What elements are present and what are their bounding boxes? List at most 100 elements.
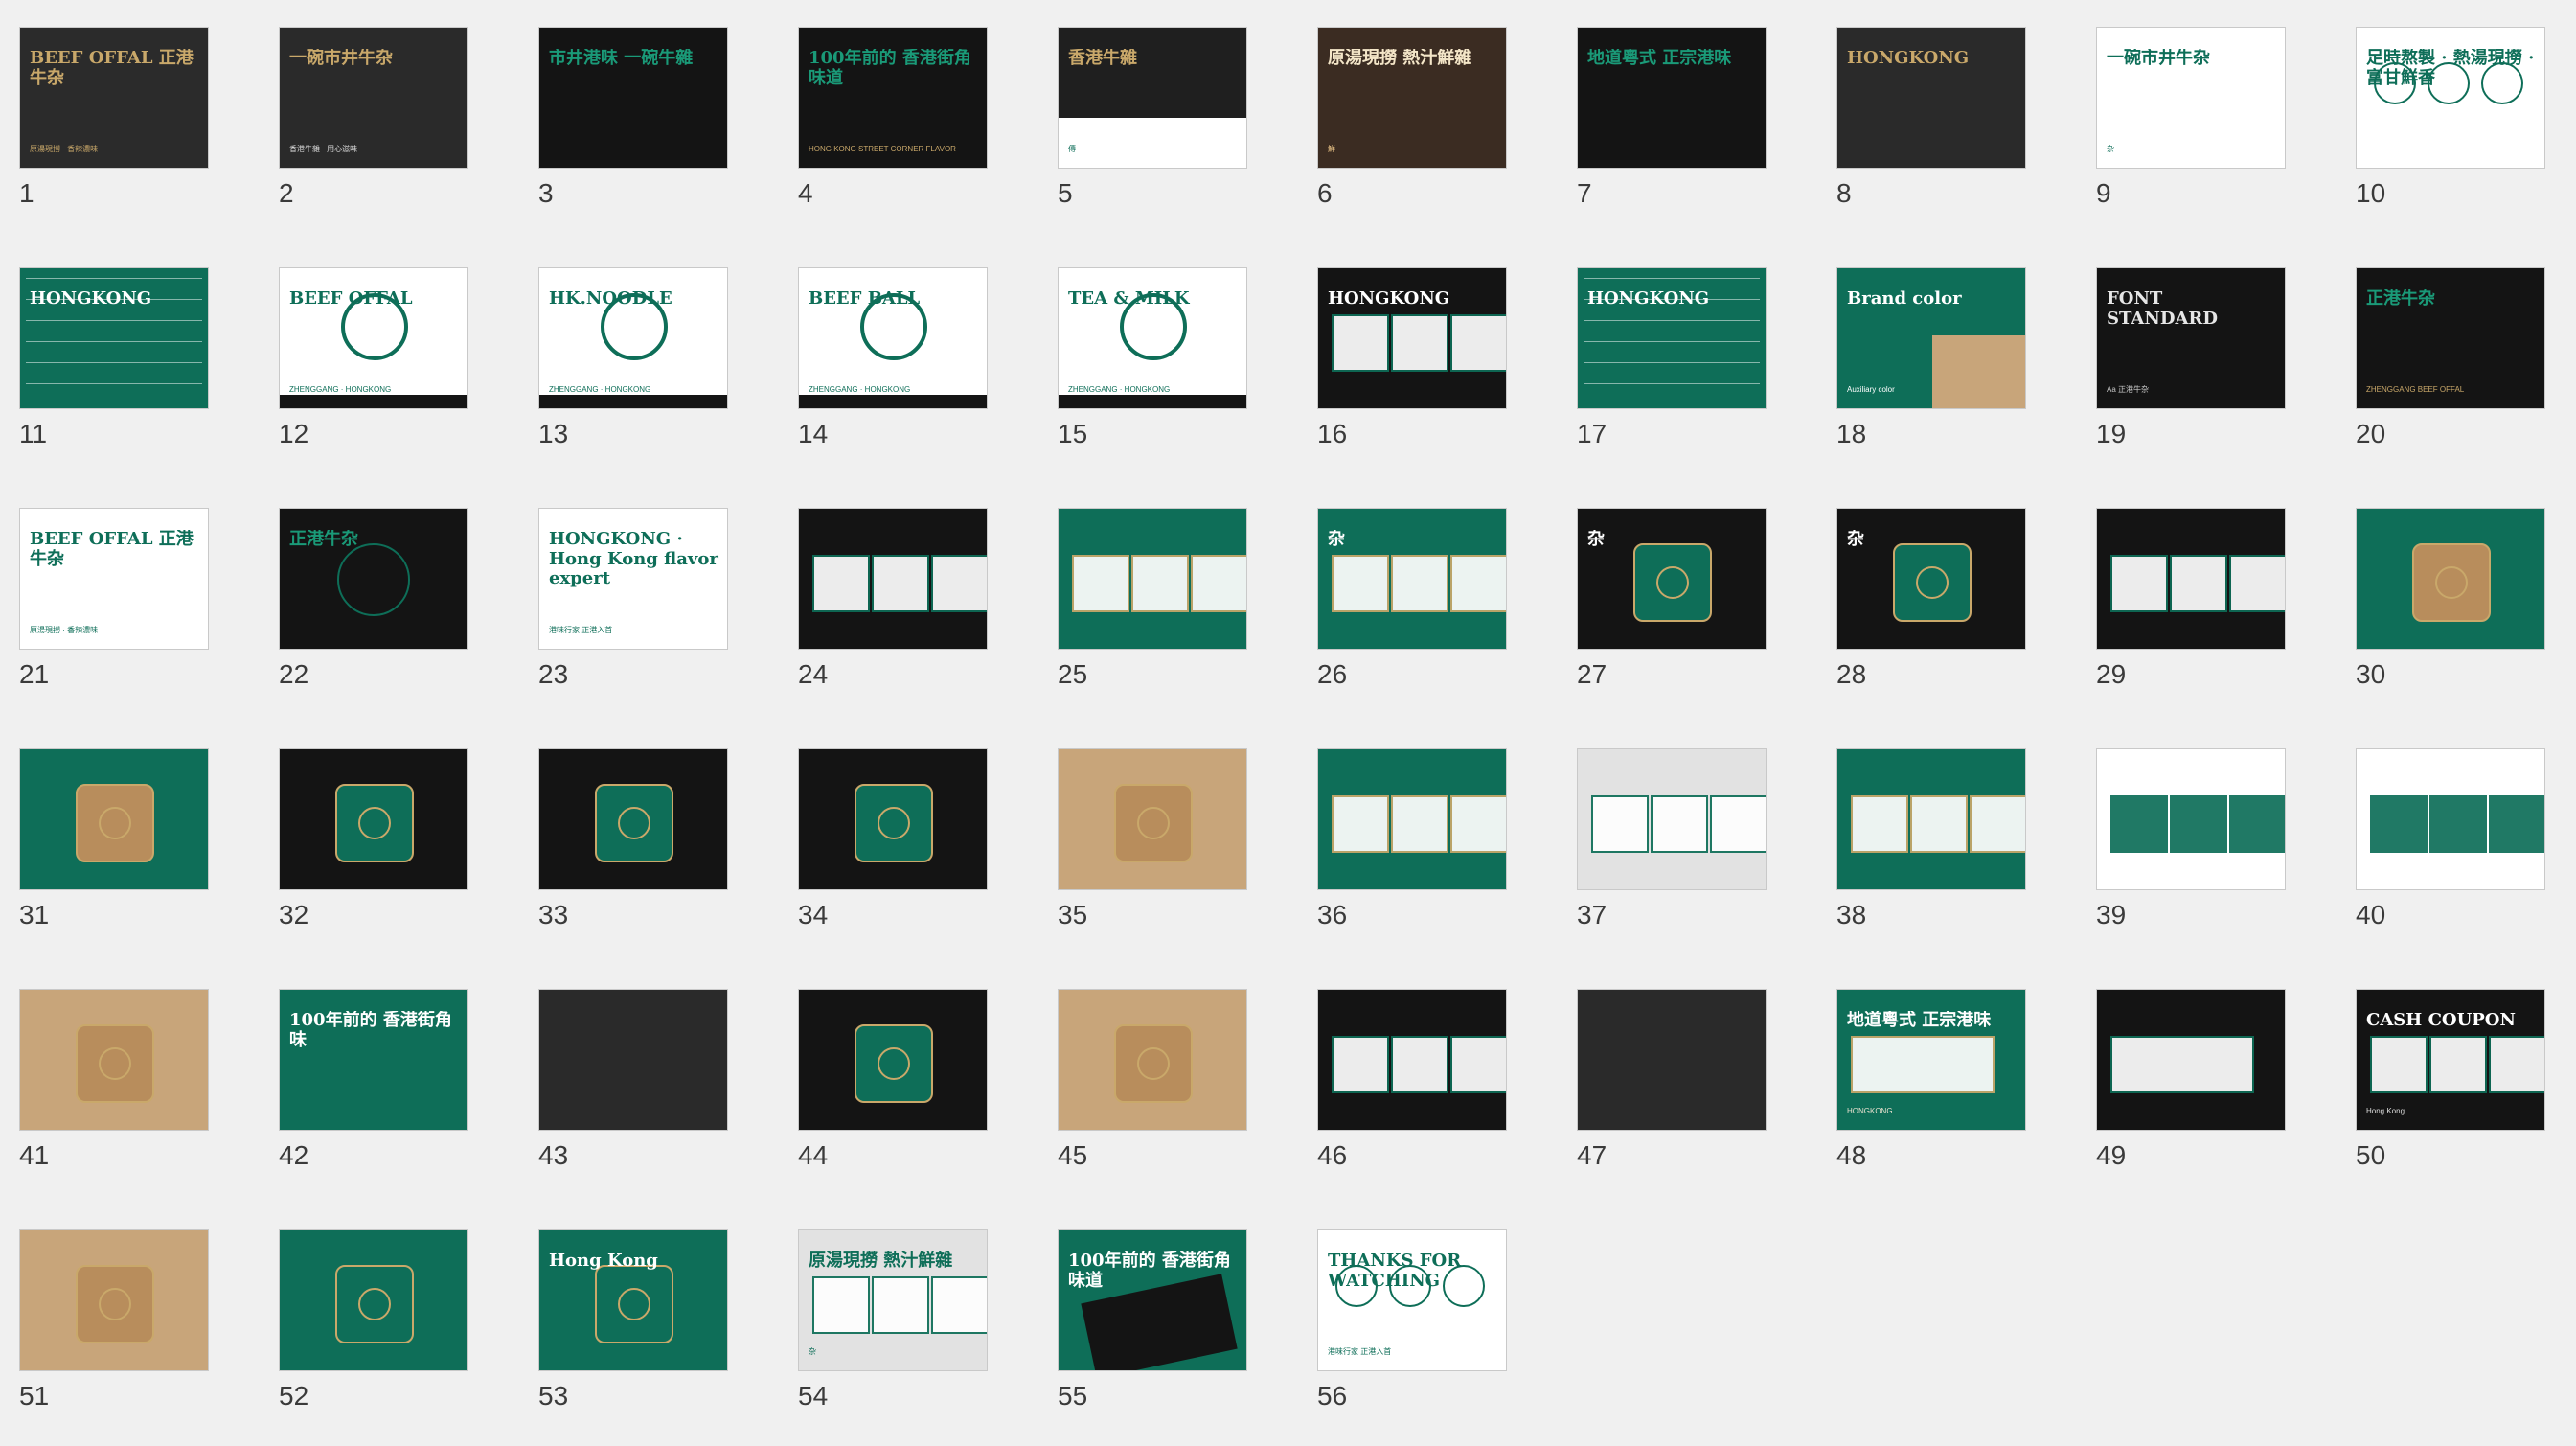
slide-preview[interactable]: 市井港味 一碗牛雜 bbox=[538, 27, 728, 169]
slide-preview[interactable]: 杂 bbox=[1577, 508, 1767, 650]
slide-preview[interactable] bbox=[1058, 508, 1247, 650]
slide-preview[interactable]: BEEF BALL ZHENGGANG · HONGKONG bbox=[798, 267, 988, 409]
slide-thumbnail-19[interactable]: FONT STANDARD Aa 正港牛杂 19 bbox=[2096, 267, 2326, 499]
slide-preview[interactable]: HONGKONG bbox=[1317, 267, 1507, 409]
slide-thumbnail-5[interactable]: 香港牛雜傳 5 bbox=[1058, 27, 1288, 259]
slide-preview[interactable]: 香港牛雜傳 bbox=[1058, 27, 1247, 169]
slide-preview[interactable]: HONGKONG bbox=[1836, 27, 2026, 169]
slide-preview[interactable]: BEEF OFFAL 正港牛杂 原湯現撈 · 香辣濃味 bbox=[19, 27, 209, 169]
slide-preview[interactable] bbox=[279, 1229, 468, 1371]
slide-preview[interactable] bbox=[1058, 989, 1247, 1131]
slide-preview[interactable]: 一碗市井牛杂杂 bbox=[2096, 27, 2286, 169]
slide-preview[interactable]: 杂 bbox=[1836, 508, 2026, 650]
slide-preview[interactable] bbox=[19, 748, 209, 890]
slide-preview[interactable] bbox=[279, 748, 468, 890]
slide-preview[interactable]: Hong Kong bbox=[538, 1229, 728, 1371]
slide-thumbnail-23[interactable]: HONGKONG · Hong Kong flavor expert 港味行家 正… bbox=[538, 508, 768, 740]
slide-thumbnail-48[interactable]: 地道粵式 正宗港味 HONGKONG 48 bbox=[1836, 989, 2066, 1221]
slide-thumbnail-4[interactable]: 100年前的 香港街角味道 HONG KONG STREET CORNER FLA… bbox=[798, 27, 1028, 259]
slide-preview[interactable] bbox=[2356, 748, 2545, 890]
slide-preview[interactable]: 原湯現撈 熱汁鮮雜鮮 bbox=[1317, 27, 1507, 169]
slide-preview[interactable] bbox=[1317, 989, 1507, 1131]
slide-preview[interactable] bbox=[1836, 748, 2026, 890]
slide-thumbnail-50[interactable]: CASH COUPON Hong Kong 50 bbox=[2356, 989, 2576, 1221]
slide-preview[interactable] bbox=[2096, 508, 2286, 650]
slide-thumbnail-14[interactable]: BEEF BALL ZHENGGANG · HONGKONG 14 bbox=[798, 267, 1028, 499]
slide-preview[interactable]: 杂 bbox=[1317, 508, 1507, 650]
slide-thumbnail-15[interactable]: TEA & MILK ZHENGGANG · HONGKONG 15 bbox=[1058, 267, 1288, 499]
slide-preview[interactable]: HK.NOODLE ZHENGGANG · HONGKONG bbox=[538, 267, 728, 409]
slide-preview[interactable] bbox=[2096, 748, 2286, 890]
slide-thumbnail-18[interactable]: Brand color Auxiliary color 18 bbox=[1836, 267, 2066, 499]
slide-thumbnail-21[interactable]: BEEF OFFAL 正港牛杂 原湯現撈 · 香辣濃味 21 bbox=[19, 508, 249, 740]
slide-thumbnail-16[interactable]: HONGKONG 16 bbox=[1317, 267, 1547, 499]
slide-preview[interactable]: HONGKONG bbox=[1577, 267, 1767, 409]
slide-preview[interactable] bbox=[798, 508, 988, 650]
slide-thumbnail-20[interactable]: 正港牛杂 ZHENGGANG BEEF OFFAL 20 bbox=[2356, 267, 2576, 499]
slide-thumbnail-38[interactable]: 38 bbox=[1836, 748, 2066, 980]
slide-preview[interactable]: 100年前的 香港街角味 bbox=[279, 989, 468, 1131]
slide-thumbnail-25[interactable]: 25 bbox=[1058, 508, 1288, 740]
slide-preview[interactable] bbox=[19, 1229, 209, 1371]
slide-thumbnail-49[interactable]: 49 bbox=[2096, 989, 2326, 1221]
slide-thumbnail-37[interactable]: 37 bbox=[1577, 748, 1807, 980]
slide-preview[interactable] bbox=[2096, 989, 2286, 1131]
slide-thumbnail-41[interactable]: 41 bbox=[19, 989, 249, 1221]
slide-preview[interactable]: 100年前的 香港街角味道 HONG KONG STREET CORNER FLA… bbox=[798, 27, 988, 169]
slide-preview[interactable] bbox=[2356, 508, 2545, 650]
slide-thumbnail-42[interactable]: 100年前的 香港街角味 42 bbox=[279, 989, 509, 1221]
slide-thumbnail-51[interactable]: 51 bbox=[19, 1229, 249, 1446]
slide-thumbnail-43[interactable]: 43 bbox=[538, 989, 768, 1221]
slide-thumbnail-6[interactable]: 原湯現撈 熱汁鮮雜鮮 6 bbox=[1317, 27, 1547, 259]
slide-thumbnail-31[interactable]: 31 bbox=[19, 748, 249, 980]
slide-thumbnail-30[interactable]: 30 bbox=[2356, 508, 2576, 740]
slide-preview[interactable] bbox=[1058, 748, 1247, 890]
slide-preview[interactable]: FONT STANDARD Aa 正港牛杂 bbox=[2096, 267, 2286, 409]
slide-thumbnail-12[interactable]: BEEF OFFAL ZHENGGANG · HONGKONG 12 bbox=[279, 267, 509, 499]
slide-preview[interactable]: 原湯現撈 熱汁鮮雜杂 bbox=[798, 1229, 988, 1371]
slide-thumbnail-9[interactable]: 一碗市井牛杂杂 9 bbox=[2096, 27, 2326, 259]
slide-preview[interactable] bbox=[19, 989, 209, 1131]
slide-preview[interactable]: 100年前的 香港街角味道 bbox=[1058, 1229, 1247, 1371]
slide-preview[interactable]: Brand color Auxiliary color bbox=[1836, 267, 2026, 409]
slide-thumbnail-40[interactable]: 40 bbox=[2356, 748, 2576, 980]
slide-preview[interactable]: 地道粵式 正宗港味 HONGKONG bbox=[1836, 989, 2026, 1131]
slide-thumbnail-10[interactable]: 足時熬製 · 熱湯現撈 · 富甘鮮香 10 bbox=[2356, 27, 2576, 259]
slide-thumbnail-44[interactable]: 44 bbox=[798, 989, 1028, 1221]
slide-thumbnail-34[interactable]: 34 bbox=[798, 748, 1028, 980]
slide-preview[interactable]: HONGKONG bbox=[19, 267, 209, 409]
slide-preview[interactable]: CASH COUPON Hong Kong bbox=[2356, 989, 2545, 1131]
slide-thumbnail-3[interactable]: 市井港味 一碗牛雜 3 bbox=[538, 27, 768, 259]
slide-preview[interactable] bbox=[1577, 989, 1767, 1131]
slide-thumbnail-39[interactable]: 39 bbox=[2096, 748, 2326, 980]
slide-preview[interactable] bbox=[1577, 748, 1767, 890]
slide-thumbnail-36[interactable]: 36 bbox=[1317, 748, 1547, 980]
slide-preview[interactable]: BEEF OFFAL ZHENGGANG · HONGKONG bbox=[279, 267, 468, 409]
slide-thumbnail-54[interactable]: 原湯現撈 熱汁鮮雜杂 54 bbox=[798, 1229, 1028, 1446]
slide-preview[interactable]: THANKS FOR WATCHING 港味行家 正港入首 bbox=[1317, 1229, 1507, 1371]
slide-thumbnail-47[interactable]: 47 bbox=[1577, 989, 1807, 1221]
slide-preview[interactable]: TEA & MILK ZHENGGANG · HONGKONG bbox=[1058, 267, 1247, 409]
slide-thumbnail-46[interactable]: 46 bbox=[1317, 989, 1547, 1221]
slide-thumbnail-33[interactable]: 33 bbox=[538, 748, 768, 980]
slide-thumbnail-8[interactable]: HONGKONG 8 bbox=[1836, 27, 2066, 259]
slide-preview[interactable]: 地道粵式 正宗港味 bbox=[1577, 27, 1767, 169]
slide-thumbnail-55[interactable]: 100年前的 香港街角味道 55 bbox=[1058, 1229, 1288, 1446]
slide-preview[interactable] bbox=[798, 989, 988, 1131]
slide-thumbnail-26[interactable]: 杂 26 bbox=[1317, 508, 1547, 740]
slide-thumbnail-56[interactable]: THANKS FOR WATCHING 港味行家 正港入首 56 bbox=[1317, 1229, 1547, 1446]
slide-thumbnail-2[interactable]: 一碗市井牛杂 香港牛雜 · 用心滋味 2 bbox=[279, 27, 509, 259]
slide-thumbnail-11[interactable]: HONGKONG 11 bbox=[19, 267, 249, 499]
slide-thumbnail-35[interactable]: 35 bbox=[1058, 748, 1288, 980]
slide-preview[interactable] bbox=[538, 748, 728, 890]
slide-thumbnail-52[interactable]: 52 bbox=[279, 1229, 509, 1446]
slide-thumbnail-45[interactable]: 45 bbox=[1058, 989, 1288, 1221]
slide-preview[interactable]: 正港牛杂 ZHENGGANG BEEF OFFAL bbox=[2356, 267, 2545, 409]
slide-thumbnail-27[interactable]: 杂 27 bbox=[1577, 508, 1807, 740]
slide-preview[interactable]: 足時熬製 · 熱湯現撈 · 富甘鮮香 bbox=[2356, 27, 2545, 169]
slide-thumbnail-29[interactable]: 29 bbox=[2096, 508, 2326, 740]
slide-thumbnail-28[interactable]: 杂 28 bbox=[1836, 508, 2066, 740]
slide-preview[interactable]: 正港牛杂 bbox=[279, 508, 468, 650]
slide-thumbnail-22[interactable]: 正港牛杂 22 bbox=[279, 508, 509, 740]
slide-preview[interactable] bbox=[798, 748, 988, 890]
